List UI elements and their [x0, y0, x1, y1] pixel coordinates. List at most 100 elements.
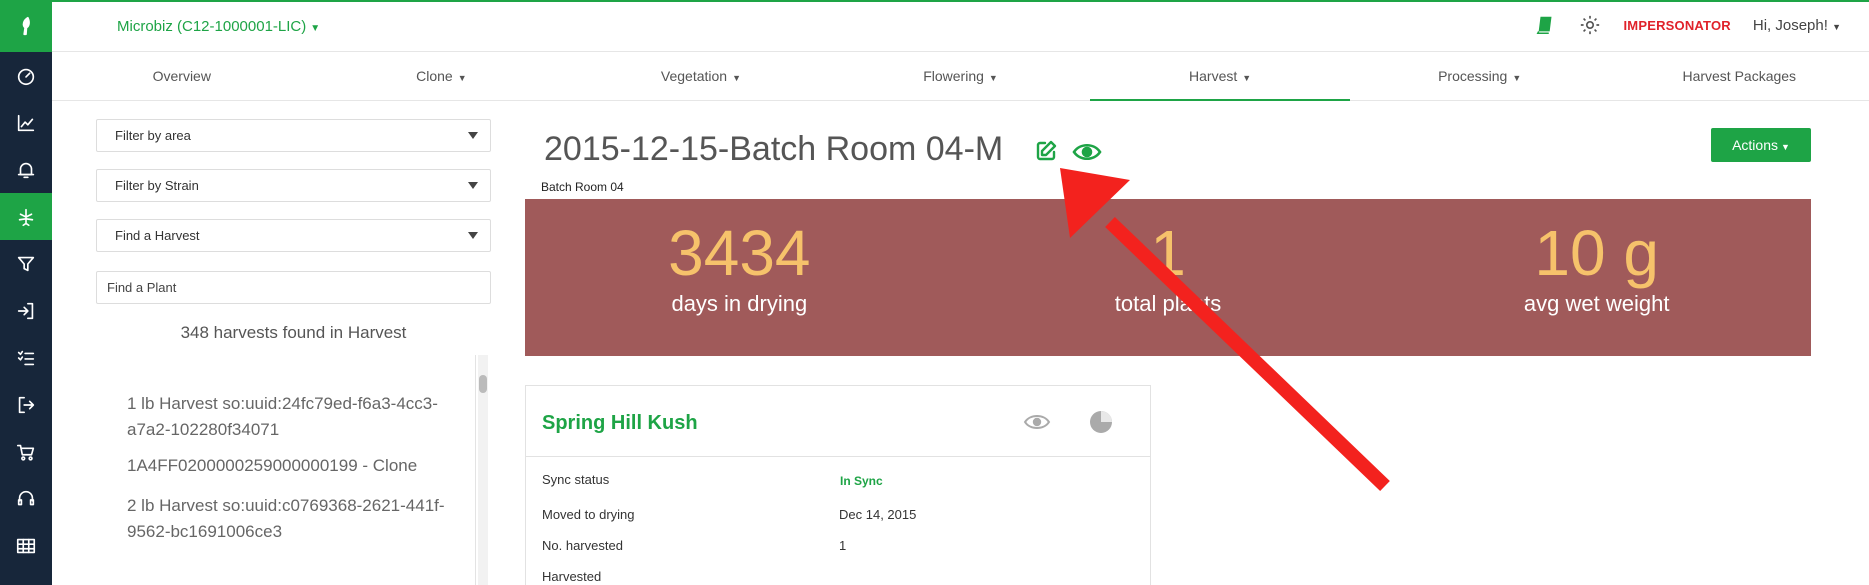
stats-banner: 3434 days in drying 1 total plants 10 g …: [525, 199, 1811, 356]
eye-icon[interactable]: [1072, 141, 1102, 163]
caret-down-icon: ▼: [988, 73, 998, 83]
find-harvest-select[interactable]: Find a Harvest: [96, 219, 491, 252]
moved-to-drying-value: Dec 14, 2015: [839, 507, 917, 522]
tab-label: Harvest Packages: [1682, 68, 1797, 84]
user-menu[interactable]: Hi, Joseph! ▼: [1753, 17, 1841, 34]
pie-chart-icon[interactable]: [1088, 409, 1114, 435]
left-rail: [0, 0, 52, 585]
tab-label: Overview: [152, 68, 211, 84]
stat-avg-wet-weight: 10 g avg wet weight: [1382, 199, 1811, 356]
stat-value: 3434: [668, 217, 811, 289]
strain-card: Spring Hill Kush Sync status In Sync Mov…: [525, 385, 1151, 585]
dropdown-arrow-icon: [468, 232, 478, 239]
speedometer-icon: [17, 68, 35, 85]
bell-icon: [17, 162, 35, 178]
list-item-cut: [96, 355, 475, 391]
main-nav-tabs: Overview Clone ▼ Vegetation ▼ Flowering ▼ H…: [52, 52, 1869, 101]
stat-value: 1: [1150, 217, 1186, 289]
gear-icon[interactable]: [1579, 14, 1601, 36]
harvest-count: 348 harvests found in Harvest: [180, 323, 407, 342]
checklist-icon: [17, 350, 35, 365]
stat-label: avg wet weight: [1523, 291, 1670, 316]
top-header: Microbiz (C12-1000001-LIC) ▼ IMPERSONATOR…: [52, 0, 1869, 52]
eye-icon[interactable]: [1023, 413, 1051, 431]
book-icon[interactable]: [1535, 14, 1557, 36]
row-label: Moved to drying: [542, 507, 635, 522]
rail-export[interactable]: [0, 381, 52, 428]
caret-down-icon: ▼: [1512, 73, 1522, 83]
caret-down-icon: ▼: [732, 73, 741, 83]
logo[interactable]: [0, 0, 52, 52]
row-label: Sync status: [542, 472, 610, 487]
line-chart-icon: [17, 114, 35, 131]
strain-name[interactable]: Spring Hill Kush: [542, 412, 698, 435]
rail-table[interactable]: [0, 522, 52, 569]
caret-down-icon: ▼: [1832, 21, 1841, 32]
tab-harvest-packages[interactable]: Harvest Packages: [1609, 52, 1869, 100]
room-label: Batch Room 04: [541, 180, 624, 194]
tab-overview[interactable]: Overview: [52, 52, 312, 100]
tab-processing[interactable]: Processing ▼: [1350, 52, 1610, 100]
tab-harvest[interactable]: Harvest ▼: [1090, 52, 1350, 101]
caret-down-icon: ▼: [1242, 73, 1252, 83]
list-scrollbar[interactable]: [478, 355, 488, 585]
list-item[interactable]: 2 lb Harvest so:uuid:c0769368-2621-441f-…: [96, 493, 475, 545]
rail-filter[interactable]: [0, 240, 52, 287]
cannabis-leaf-icon: [18, 208, 34, 226]
tab-label: Harvest: [1189, 68, 1238, 84]
stat-value: 10 g: [1534, 217, 1659, 289]
tab-vegetation[interactable]: Vegetation ▼: [571, 52, 831, 100]
headset-icon: [17, 490, 35, 505]
sign-in-icon: [17, 302, 34, 319]
header-right: IMPERSONATOR Hi, Joseph! ▼: [1535, 14, 1841, 36]
dropdown-arrow-icon: [468, 182, 478, 189]
sync-status-value: In Sync: [840, 474, 883, 488]
tab-label: Flowering: [923, 68, 984, 84]
leaf-logo-icon: [22, 16, 30, 36]
tab-label: Vegetation: [660, 68, 728, 84]
scrollbar-thumb[interactable]: [479, 375, 487, 393]
list-item[interactable]: 1A4FF0200000259000000199 - Clone: [96, 453, 475, 479]
impersonator-label[interactable]: IMPERSONATOR: [1623, 18, 1730, 33]
rail-support[interactable]: [0, 475, 52, 522]
user-greeting: Hi, Joseph!: [1752, 16, 1828, 34]
find-plant-input[interactable]: [96, 271, 491, 304]
stat-total-plants: 1 total plants: [954, 199, 1383, 356]
stat-label: days in drying: [671, 291, 808, 316]
org-selector[interactable]: Microbiz (C12-1000001-LIC) ▼: [117, 18, 320, 35]
filter-funnel-icon: [17, 256, 35, 271]
rail-plants[interactable]: [0, 193, 52, 240]
row-label: No. harvested: [542, 538, 623, 553]
rail-alerts[interactable]: [0, 146, 52, 193]
rail-sales[interactable]: [0, 428, 52, 475]
tab-flowering[interactable]: Flowering ▼: [831, 52, 1091, 100]
list-item-partial: [127, 355, 132, 361]
chevron-down-icon: ▼: [1781, 142, 1790, 152]
rail-tasks[interactable]: [0, 334, 52, 381]
cart-icon: [16, 444, 35, 461]
org-name: Microbiz (C12-1000001-LIC): [117, 18, 307, 35]
filter-by-area-select[interactable]: Filter by area: [96, 119, 491, 152]
caret-down-icon: ▼: [310, 23, 321, 34]
select-label: Filter by area: [115, 128, 191, 143]
stat-label: total plants: [1114, 291, 1222, 316]
no-harvested-value: 1: [839, 538, 847, 553]
edit-icon[interactable]: [1034, 139, 1058, 163]
page-title: 2015-12-15-Batch Room 04-M: [544, 130, 1004, 168]
actions-button[interactable]: Actions ▼: [1711, 128, 1811, 162]
select-label: Filter by Strain: [115, 178, 199, 193]
row-label: Harvested: [542, 569, 602, 584]
rail-import[interactable]: [0, 287, 52, 334]
card-header: Spring Hill Kush: [526, 386, 1150, 457]
list-item[interactable]: 1 lb Harvest so:uuid:24fc79ed-f6a3-4cc3-…: [96, 391, 475, 443]
sign-out-icon: [18, 396, 35, 413]
stat-days-in-drying: 3434 days in drying: [525, 199, 954, 356]
filter-by-strain-select[interactable]: Filter by Strain: [96, 169, 491, 202]
tab-label: Clone: [416, 68, 453, 84]
dropdown-arrow-icon: [468, 132, 478, 139]
rail-reports[interactable]: [0, 99, 52, 146]
harvest-list: 1 lb Harvest so:uuid:24fc79ed-f6a3-4cc3-…: [96, 355, 476, 585]
tab-clone[interactable]: Clone ▼: [312, 52, 572, 100]
caret-down-icon: ▼: [457, 73, 467, 83]
rail-dashboard[interactable]: [0, 52, 52, 99]
